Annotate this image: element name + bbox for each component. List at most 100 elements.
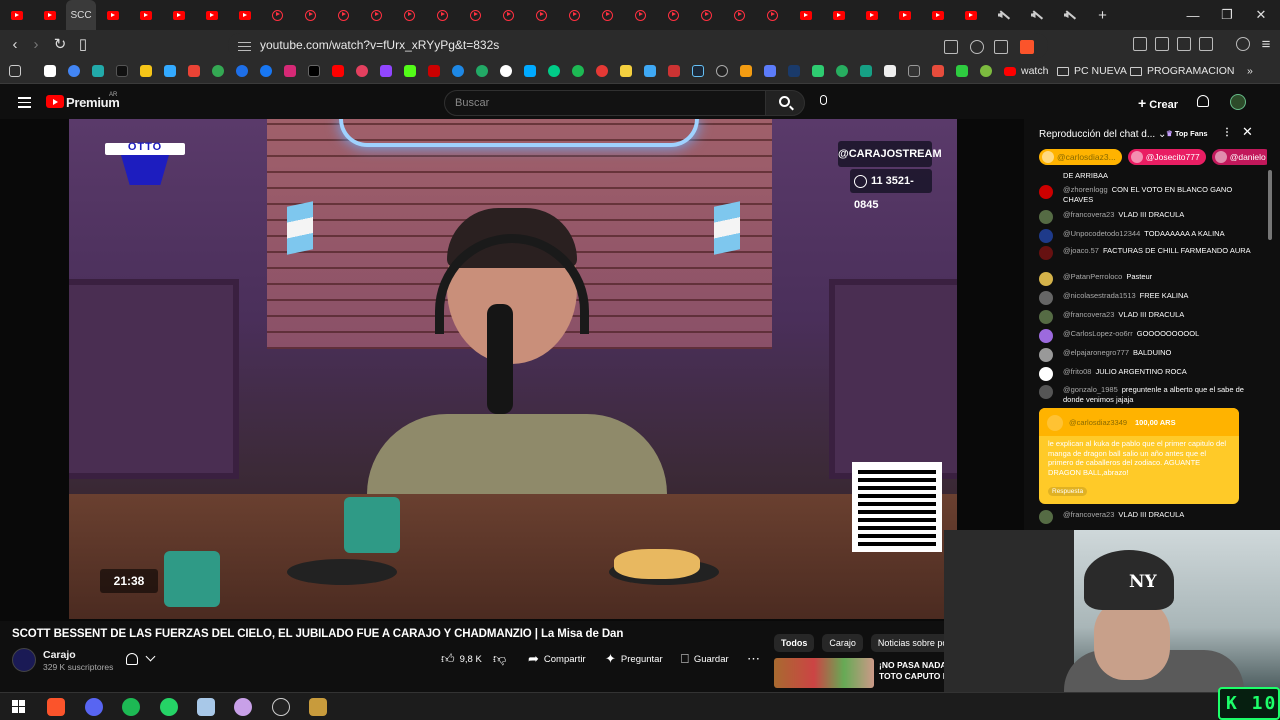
minimize-button[interactable]: —: [1176, 0, 1210, 30]
bookmark-icon[interactable]: [932, 65, 944, 77]
discord-icon[interactable]: [85, 698, 103, 716]
channel-name[interactable]: Carajo: [43, 649, 76, 661]
recommended-video-thumbnail[interactable]: [774, 658, 874, 688]
back-button[interactable]: ‹: [6, 36, 24, 54]
browser-tab[interactable]: [756, 0, 789, 30]
maps-icon[interactable]: [212, 65, 224, 77]
x-icon[interactable]: [308, 65, 320, 77]
bookmark-icon[interactable]: [980, 65, 992, 77]
url-bar[interactable]: youtube.com/watch?v=fUrx_xRYyPg&t=832s: [228, 33, 1048, 58]
super-chat-card[interactable]: @carlosdiaz3349 100,00 ARS le explican a…: [1039, 408, 1239, 504]
browser-tab[interactable]: [228, 0, 261, 30]
bookmark-icon[interactable]: [428, 65, 440, 77]
share-button[interactable]: ➦ Compartir: [528, 652, 586, 665]
obs-icon[interactable]: [272, 698, 290, 716]
bookmark-icon[interactable]: [524, 65, 536, 77]
reload-button[interactable]: ↻: [51, 36, 69, 54]
chat-scrollbar[interactable]: [1268, 170, 1272, 240]
app-icon[interactable]: [234, 698, 252, 716]
browser-tab[interactable]: [789, 0, 822, 30]
save-button[interactable]: ⎕ Guardar: [681, 652, 729, 665]
search-input[interactable]: Buscar: [444, 90, 766, 116]
extensions-icon[interactable]: [1133, 37, 1147, 51]
facebook-icon[interactable]: [260, 65, 272, 77]
browser-tab[interactable]: [33, 0, 66, 30]
instagram-icon[interactable]: [284, 65, 296, 77]
browser-tab[interactable]: [129, 0, 162, 30]
forward-button[interactable]: ›: [27, 36, 45, 54]
browser-tab[interactable]: [954, 0, 987, 30]
bookmark-folder-programacion[interactable]: PROGRAMACION: [1130, 65, 1235, 77]
supporter-pill[interactable]: @carlosdiaz3...: [1039, 149, 1122, 165]
more-actions-button[interactable]: ⋯: [747, 652, 760, 665]
bookmark-icon[interactable]: [740, 65, 752, 77]
browser-tab[interactable]: [921, 0, 954, 30]
dislike-button[interactable]: 👎︎: [493, 652, 506, 665]
close-chat-icon[interactable]: ✕: [1242, 124, 1253, 140]
google-icon[interactable]: [68, 65, 80, 77]
browser-tab[interactable]: [459, 0, 492, 30]
zoom-icon[interactable]: [970, 40, 984, 54]
browser-tab[interactable]: [261, 0, 294, 30]
bookmark-icon[interactable]: [548, 65, 560, 77]
browser-tab[interactable]: [294, 0, 327, 30]
browser-tab[interactable]: [96, 0, 129, 30]
restore-button[interactable]: ❐: [1210, 0, 1244, 30]
ask-button[interactable]: ✦ Preguntar: [605, 652, 663, 665]
browser-tab[interactable]: [393, 0, 426, 30]
browser-tab-muted[interactable]: [1020, 0, 1053, 30]
downloads-icon[interactable]: [1177, 37, 1191, 51]
browser-tab[interactable]: [690, 0, 723, 30]
browser-tab[interactable]: [195, 0, 228, 30]
windows-start-icon[interactable]: [12, 700, 25, 713]
cast-icon[interactable]: [944, 40, 958, 54]
browser-tab[interactable]: [492, 0, 525, 30]
supporter-pill[interactable]: @Josecito777: [1127, 149, 1206, 165]
search-button[interactable]: [765, 90, 805, 116]
bookmark-icon[interactable]: [788, 65, 800, 77]
browser-tab[interactable]: [723, 0, 756, 30]
subscription-bell-icon[interactable]: [126, 653, 138, 665]
bookmark-icon[interactable]: [956, 65, 968, 77]
spotify-icon[interactable]: [122, 698, 140, 716]
bookmark-icon[interactable]: [908, 65, 920, 77]
browser-tab[interactable]: [162, 0, 195, 30]
notifications-bell-icon[interactable]: [1197, 95, 1209, 107]
bookmark-icon[interactable]: [764, 65, 776, 77]
bookmark-watch[interactable]: watch: [1004, 65, 1048, 77]
chat-more-icon[interactable]: ⋮: [1222, 127, 1232, 138]
chip-todos[interactable]: Todos: [774, 634, 815, 652]
chevron-down-icon[interactable]: [145, 651, 156, 662]
bookmark-icon[interactable]: [500, 65, 512, 77]
share-icon[interactable]: [994, 40, 1008, 54]
music-icon[interactable]: [1236, 37, 1250, 51]
bookmark-icon[interactable]: [884, 65, 896, 77]
browser-tab[interactable]: [657, 0, 690, 30]
brave-icon[interactable]: [47, 698, 65, 716]
channel-avatar[interactable]: [12, 648, 36, 672]
gmail-icon[interactable]: [188, 65, 200, 77]
bookmark-icon[interactable]: [644, 65, 656, 77]
top-fans-toggle[interactable]: ♛ Top Fans: [1166, 129, 1208, 138]
sidebar-toggle-icon[interactable]: ▯: [74, 36, 92, 54]
bookmark-icon[interactable]: [236, 65, 248, 77]
chip-carajo[interactable]: Carajo: [822, 634, 863, 652]
browser-tab-muted[interactable]: [1053, 0, 1086, 30]
reply-button[interactable]: Respuesta: [1048, 487, 1088, 496]
browser-tab-muted[interactable]: [987, 0, 1020, 30]
new-tab-button[interactable]: +: [1086, 0, 1119, 30]
bookmark-icon[interactable]: [164, 65, 176, 77]
bookmark-icon[interactable]: [860, 65, 872, 77]
bookmark-icon[interactable]: [836, 65, 848, 77]
bookmark-icon[interactable]: [140, 65, 152, 77]
whatsapp-icon[interactable]: [160, 698, 178, 716]
bookmark-folder-pc-nueva[interactable]: PC NUEVA: [1057, 65, 1127, 77]
browser-tab[interactable]: [0, 0, 33, 30]
league-of-legends-icon[interactable]: [309, 698, 327, 716]
account-avatar[interactable]: [1230, 94, 1246, 110]
bookmark-icon[interactable]: [668, 65, 680, 77]
notepad-icon[interactable]: [197, 698, 215, 716]
bookmark-icon[interactable]: [716, 65, 728, 77]
browser-tab[interactable]: [822, 0, 855, 30]
browser-tab[interactable]: [624, 0, 657, 30]
